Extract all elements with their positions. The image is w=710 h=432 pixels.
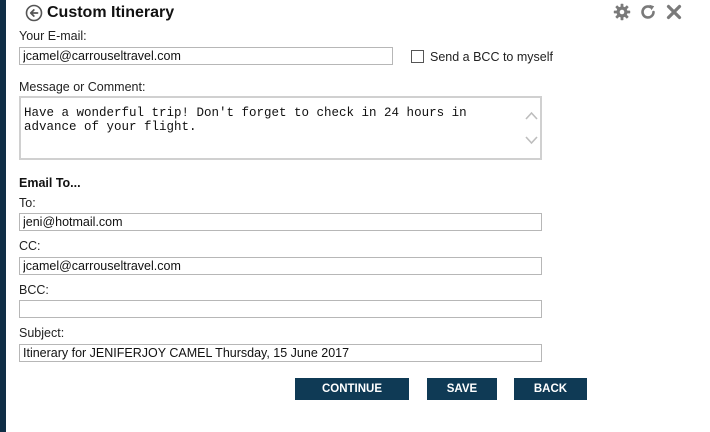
cc-input[interactable] xyxy=(19,257,542,275)
email-input[interactable] xyxy=(19,47,393,65)
back-button[interactable]: BACK xyxy=(514,378,587,400)
message-label: Message or Comment: xyxy=(19,80,146,94)
bcc-myself-checkbox[interactable] xyxy=(411,50,424,63)
to-label: To: xyxy=(19,196,36,210)
message-scrollbar[interactable] xyxy=(523,98,540,158)
message-textarea-container: Have a wonderful trip! Don't forget to c… xyxy=(19,96,542,160)
bcc-label: BCC: xyxy=(19,283,49,297)
left-panel-edge xyxy=(0,0,6,432)
scroll-down-icon xyxy=(525,136,538,145)
header-toolbar xyxy=(613,3,683,21)
subject-input[interactable] xyxy=(19,344,542,362)
page-header: Custom Itinerary xyxy=(25,2,174,24)
subject-label: Subject: xyxy=(19,326,65,340)
email-to-heading: Email To... xyxy=(19,176,81,190)
page-title: Custom Itinerary xyxy=(47,4,175,21)
back-arrow-icon[interactable] xyxy=(25,4,43,22)
gear-icon[interactable] xyxy=(613,3,631,21)
bcc-myself-label: Send a BCC to myself xyxy=(430,50,553,64)
cc-label: CC: xyxy=(19,239,41,253)
message-textarea[interactable]: Have a wonderful trip! Don't forget to c… xyxy=(21,98,524,158)
email-label: Your E-mail: xyxy=(19,29,87,43)
continue-button[interactable]: CONTINUE xyxy=(295,378,409,400)
close-icon[interactable] xyxy=(665,3,683,21)
save-button[interactable]: SAVE xyxy=(427,378,497,400)
refresh-icon[interactable] xyxy=(639,3,657,21)
scroll-up-icon xyxy=(525,111,538,120)
to-input[interactable] xyxy=(19,213,542,231)
bcc-input[interactable] xyxy=(19,300,542,318)
